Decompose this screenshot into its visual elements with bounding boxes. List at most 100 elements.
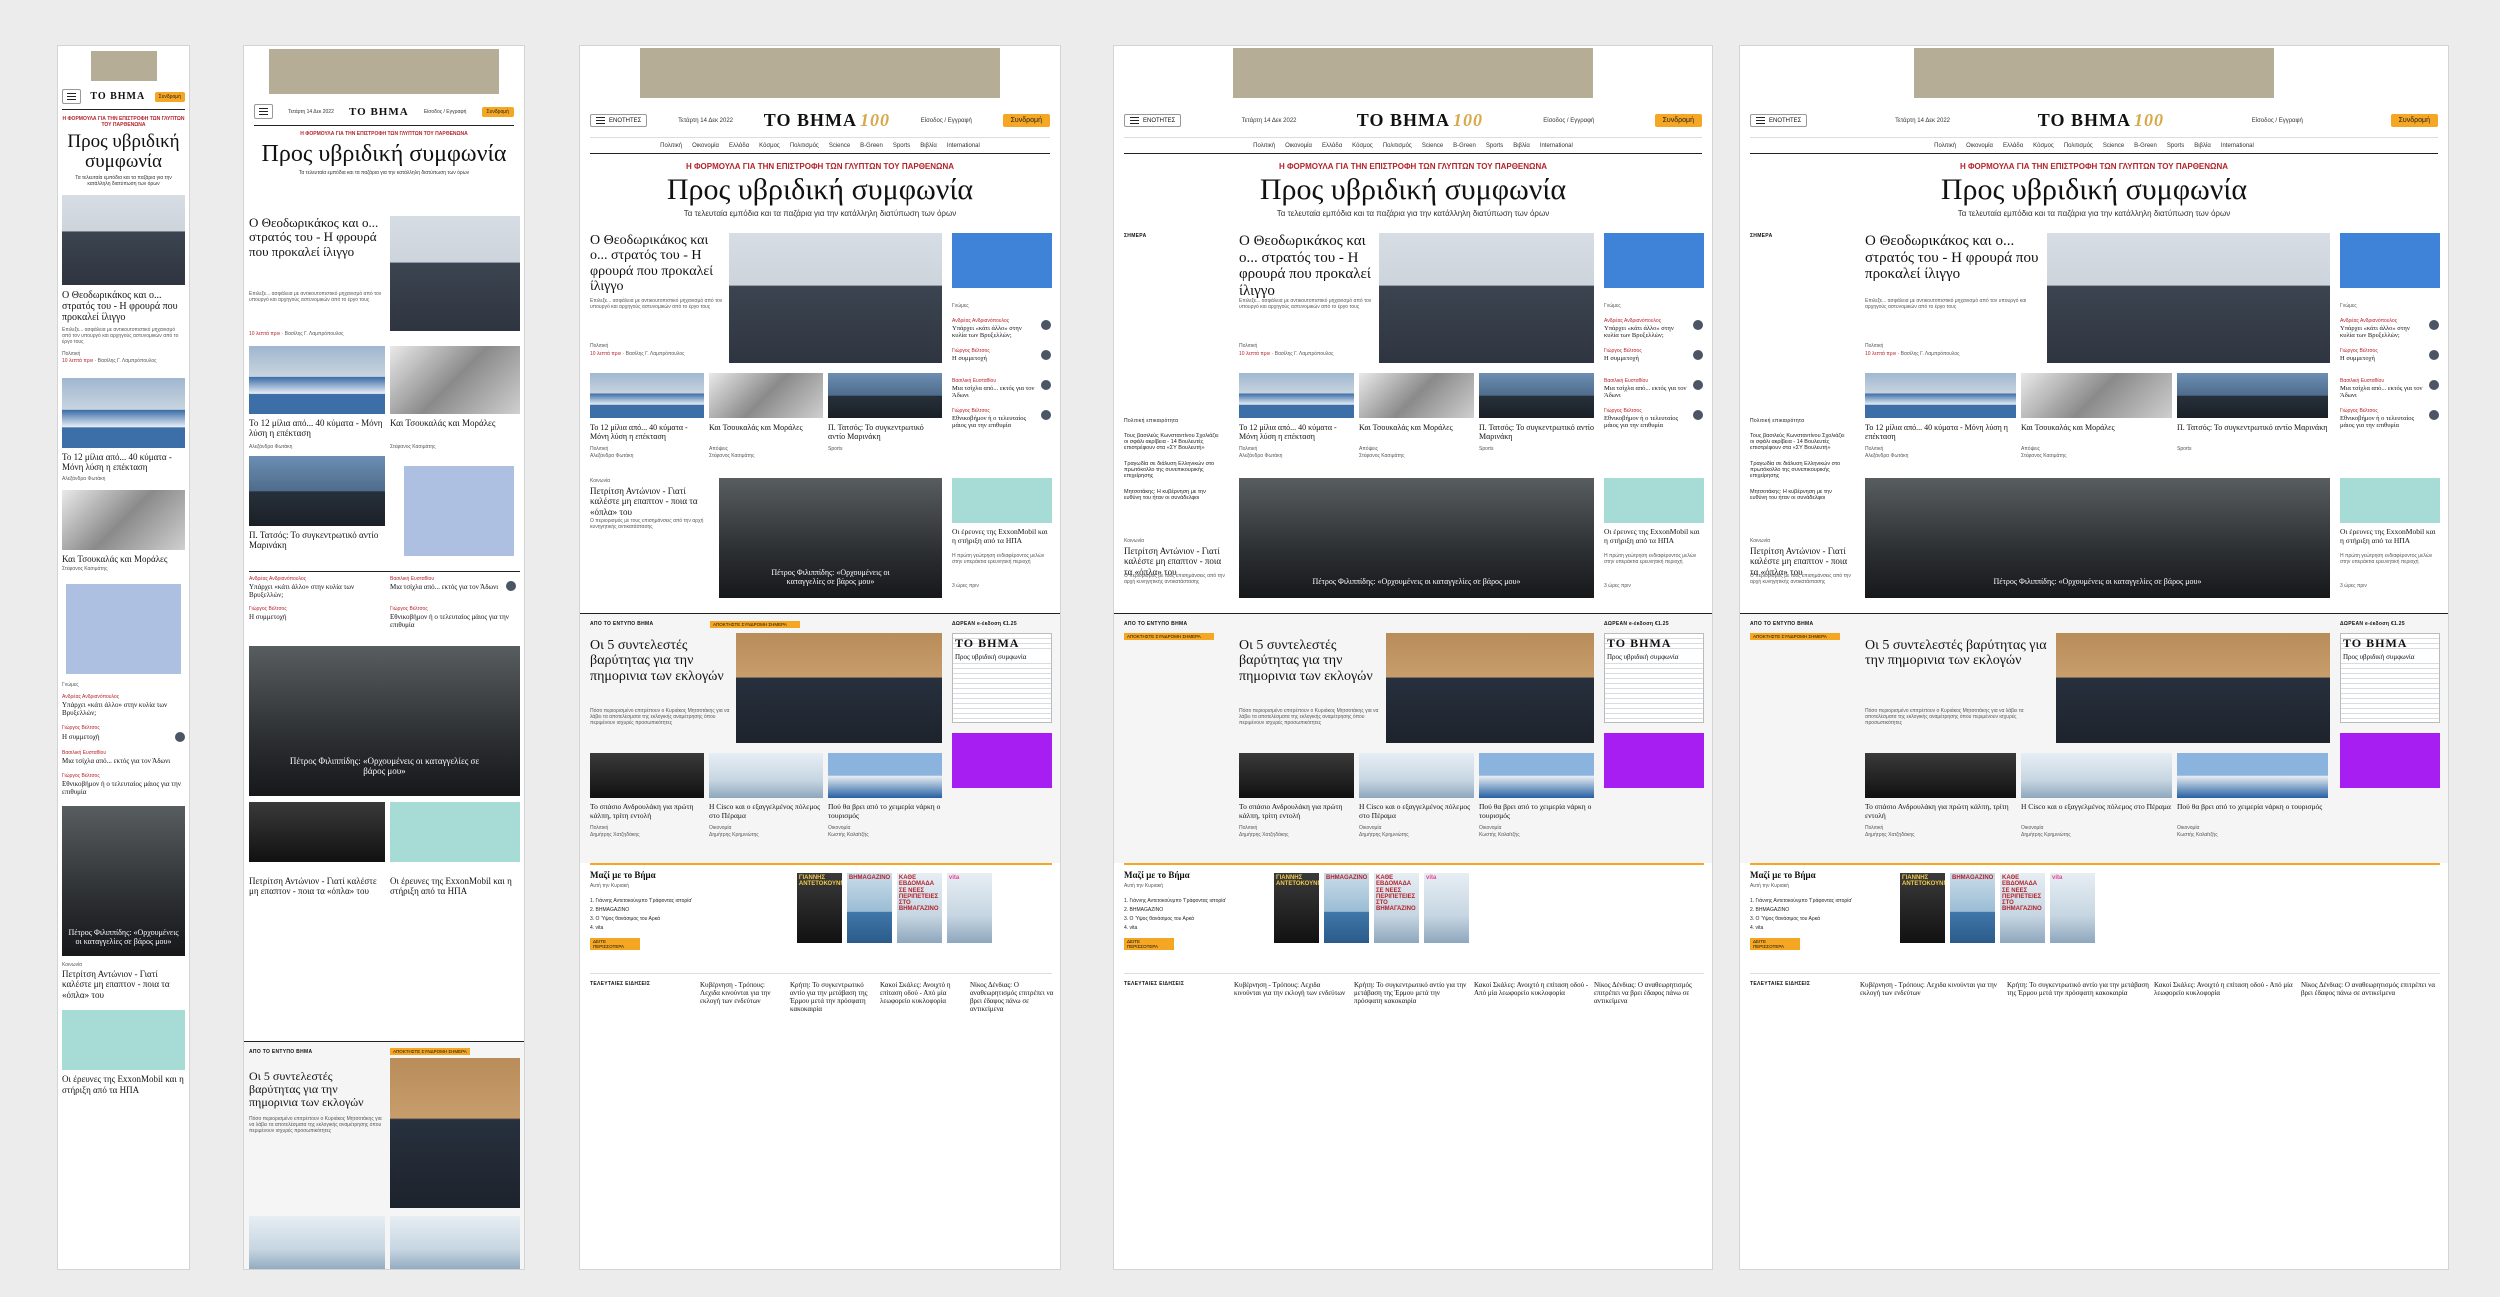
story-image[interactable]	[2177, 753, 2328, 798]
story-image[interactable]	[709, 753, 823, 798]
hero-kicker[interactable]: Η ΦΟΡΜΟΥΛΑ ΓΙΑ ΤΗΝ ΕΠΙΣΤΡΟΦΗ ΤΩΝ ΓΛΥΠΤΩΝ…	[58, 116, 189, 128]
subscribe-button[interactable]: Συνδρομή	[1002, 114, 1050, 127]
print-image[interactable]	[736, 633, 942, 743]
ad-placeholder[interactable]	[2340, 733, 2440, 788]
bottom-story-section[interactable]: Οικονομία	[828, 825, 942, 831]
latest-item[interactable]: Κρήτη: Το συγκεντρωτικό αντίο για την με…	[790, 981, 875, 1013]
site-logo[interactable]: ΤΟ ΒΗΜΑ 100	[1357, 110, 1483, 131]
nav-item-2[interactable]: Ελλάδα	[2003, 143, 2023, 149]
login-link[interactable]: Είσοδος / Εγγραφή	[2252, 118, 2303, 124]
exxon-image[interactable]	[1604, 478, 1704, 523]
ad-placeholder[interactable]	[952, 233, 1052, 288]
nav-item-1[interactable]: Οικονομία	[692, 143, 719, 149]
site-logo[interactable]: ΤΟ ΒΗΜΑ	[349, 106, 409, 118]
nav-item-8[interactable]: Βιβλία	[2194, 143, 2211, 149]
opinion-author[interactable]: Ανδρέας Ανδριανόπουλος	[952, 318, 1038, 324]
magazine-item[interactable]: 4. vita	[1750, 925, 1910, 931]
nav-item-2[interactable]: Ελλάδα	[1322, 143, 1342, 149]
bottom-story-section[interactable]: Οικονομία	[1479, 825, 1594, 831]
lead-author[interactable]: Βασίλης Γ. Λαμπρόπουλος	[98, 358, 157, 364]
bottom-story-section[interactable]: Πολιτική	[1239, 825, 1354, 831]
bottom-story-author[interactable]: Δημήτρης Κρημνιώτης	[1359, 832, 1474, 838]
nav-item-3[interactable]: Κόσμος	[1352, 143, 1373, 149]
nav-item-6[interactable]: B-Green	[2134, 143, 2157, 149]
feature-image[interactable]: Πέτρος Φιλιππίδης: «Ορχουμένεις οι καταγ…	[1239, 478, 1594, 598]
story-author[interactable]: Αλεξάνδρα Φωτάκη	[249, 444, 292, 450]
latest-item[interactable]: Νίκος Δένδιας: Ο αναθεωρητισμός επιτρέπε…	[1594, 981, 1709, 1005]
nav-item-9[interactable]: International	[1540, 143, 1573, 149]
opinion-title[interactable]: Υπάρχει «κάτι άλλο» στην κυλία των Βρυξε…	[952, 325, 1038, 340]
story-title[interactable]: Π. Τατσός: Το συγκεντρωτικό αντίο Μαρινά…	[828, 423, 942, 441]
lead-image[interactable]	[729, 233, 942, 363]
menu-icon[interactable]	[62, 89, 81, 104]
opinion-title[interactable]: Εθνικοβήμον ή ο τελευταίος μάιος για την…	[952, 415, 1038, 430]
feature-caption[interactable]: Πέτρος Φιλιππίδης: «Ορχουμένεις οι καταγ…	[1310, 577, 1523, 586]
login-link[interactable]: Είσοδος / Εγγραφή	[1543, 118, 1594, 124]
magazine-cover[interactable]: ΓΙΑΝΝΗΣ ΑΝΤΕΤΟΚΟΥΝΜΠΟ	[1274, 873, 1319, 943]
nav-item-7[interactable]: Sports	[2167, 143, 2184, 149]
opinion-title[interactable]: Υπάρχει «κάτι άλλο» στην κυλία των Βρυξε…	[1604, 325, 1690, 340]
story-image[interactable]	[1359, 373, 1474, 418]
magazine-cover[interactable]: ΚΑΘΕ ΕΒΔΟΜΑΔΑ ΣΕ ΝΕΕΣ ΠΕΡΙΠΕΤΕΙΕΣ ΣΤΟ ΒΗ…	[2000, 873, 2045, 943]
opinion-author[interactable]: Γιώργος Βέλτσος	[390, 606, 428, 612]
story-image[interactable]	[590, 373, 704, 418]
lead-title[interactable]: Ο Θεοδωρικάκος και ο... στρατός του - Η …	[1239, 233, 1374, 299]
bottom-story-section[interactable]: Πολιτική	[1865, 825, 2016, 831]
story-author[interactable]: Αλεξάνδρα Φωτάκη	[590, 453, 704, 459]
opinion-author[interactable]: Γιώργος Βέλτσος	[952, 408, 1038, 414]
author-avatar[interactable]	[2429, 380, 2439, 390]
feature-image[interactable]: Πέτρος Φιλιππίδης: «Ορχουμένεις οι καταγ…	[719, 478, 942, 598]
magazine-item[interactable]: 2. BHMAGAZINO	[1124, 907, 1284, 913]
magazine-cover[interactable]: BHMAGAZINO	[846, 873, 892, 943]
nav-item-4[interactable]: Πολιτισμός	[1383, 143, 1412, 149]
site-logo[interactable]: ΤΟ ΒΗΜΑ 100	[764, 110, 890, 131]
opinion-title[interactable]: Μια τσίχλα από... εκτός για τον Άδωνι	[390, 583, 500, 591]
exxon-image[interactable]	[952, 478, 1052, 523]
ad-placeholder[interactable]	[1604, 733, 1704, 788]
login-link[interactable]: Είσοδος / Εγγραφή	[424, 109, 467, 115]
author-avatar[interactable]	[1041, 380, 1051, 390]
story-author[interactable]: Στέφανος Κασιμάτης	[709, 453, 823, 459]
bottom-story-section[interactable]: Οικονομία	[1359, 825, 1474, 831]
opinion-author[interactable]: Γιώργος Βέλτσος	[1604, 408, 1690, 414]
bottom-story-section[interactable]: Οικονομία	[2021, 825, 2172, 831]
magazine-item[interactable]: 4. vita	[590, 925, 750, 931]
feature-image[interactable]: Πέτρος Φιλιππίδης: «Ορχουμένεις οι καταγ…	[249, 646, 520, 796]
opinion-title[interactable]: Μια τσίχλα από... εκτός για τον Άδωνι	[1604, 385, 1690, 400]
opinion-title[interactable]: Η συμμετοχή	[249, 613, 287, 621]
subscribe-button[interactable]: Συνδρομή	[154, 91, 185, 102]
story-section[interactable]: Απόψεις	[1359, 446, 1474, 452]
author-avatar[interactable]	[1693, 380, 1703, 390]
bottom-story-author[interactable]: Δημήτρης Χατζηδάκης	[590, 832, 704, 838]
story-image[interactable]	[62, 377, 185, 448]
story-image[interactable]	[249, 1216, 385, 1269]
story-image[interactable]	[828, 753, 942, 798]
bottom-story-author[interactable]: Δημήτρης Χατζηδάκης	[1239, 832, 1354, 838]
magazine-cover[interactable]: ΓΙΑΝΝΗΣ ΑΝΤΕΤΟΚΟΥΝΜΠΟ	[1900, 873, 1945, 943]
lead-title[interactable]: Ο Θεοδωρικάκος και ο... στρατός του - Η …	[1865, 233, 2042, 283]
hero-title[interactable]: Προς υβριδική συμφωνία	[1114, 173, 1712, 207]
opinion-title[interactable]: Εθνικοβήμον ή ο τελευταίος μάιος για την…	[1604, 415, 1690, 430]
feature-image[interactable]: Πέτρος Φιλιππίδης: «Ορχουμένεις οι καταγ…	[1865, 478, 2330, 598]
lead-image[interactable]	[390, 216, 520, 331]
opinion-title[interactable]: Η συμμετοχή	[2340, 355, 2426, 362]
magazine-item[interactable]: 2. BHMAGAZINO	[590, 907, 750, 913]
site-logo[interactable]: ΤΟ ΒΗΜΑ	[90, 91, 145, 102]
opinion-title[interactable]: Εθνικοβήμον ή ο τελευταίος μάιος για την…	[62, 780, 185, 796]
opinion-author[interactable]: Βασιλική Ευσταθίου	[390, 576, 434, 582]
author-avatar[interactable]	[1693, 320, 1703, 330]
hero-title[interactable]: Προς υβριδική συμφωνία	[580, 173, 1060, 207]
nav-item-5[interactable]: Science	[1422, 143, 1443, 149]
story-image[interactable]	[249, 456, 385, 526]
magazine-item[interactable]: 3. Ο Ύψος θανάσιμος του Αρκά	[1124, 916, 1284, 922]
magazine-title[interactable]: Μαζί με το Βήμα	[1750, 870, 1900, 881]
feature-section[interactable]: Κοινωνία	[62, 962, 185, 968]
nav-item-2[interactable]: Ελλάδα	[729, 143, 749, 149]
see-more-button[interactable]: ΔΕΙΤΕ ΠΕΡΙΣΣΟΤΕΡΑ	[590, 938, 640, 950]
story-image[interactable]	[2021, 753, 2172, 798]
ad-banner[interactable]	[1914, 48, 2274, 98]
latest-item[interactable]: Κυβέρνηση - Τρόπους: Λεχιδα κινούνται γι…	[1234, 981, 1349, 997]
hero-kicker[interactable]: Η ΦΟΡΜΟΥΛΑ ΓΙΑ ΤΗΝ ΕΠΙΣΤΡΟΦΗ ΤΩΝ ΓΛΥΠΤΩΝ…	[244, 131, 524, 137]
print-title[interactable]: Οι 5 συντελεστές βαρύτητας για την πημορ…	[1239, 638, 1381, 684]
bottom-story-author[interactable]: Κωστής Καλαϊτζής	[828, 832, 942, 838]
